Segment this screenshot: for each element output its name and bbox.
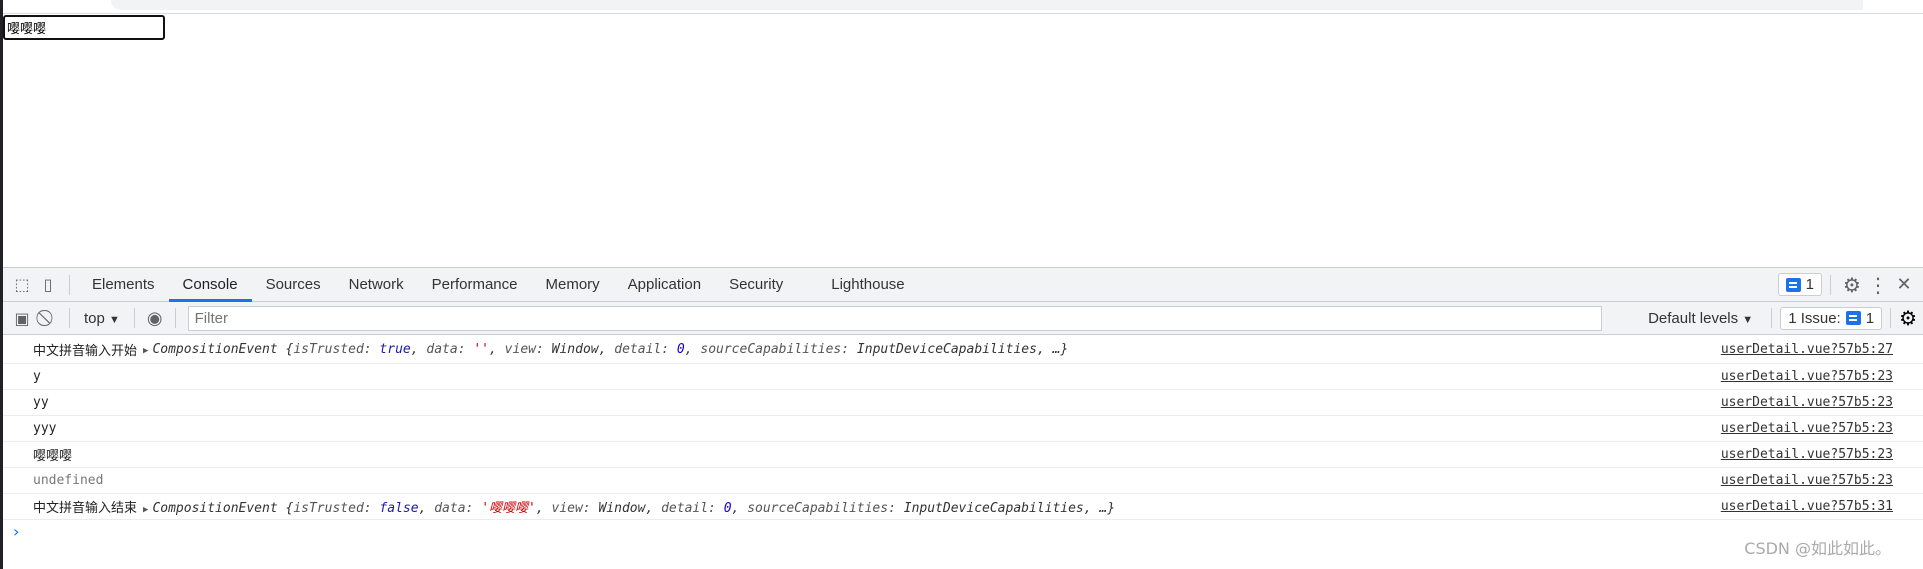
close-icon[interactable]: ✕ [1891, 272, 1917, 298]
tab-security[interactable]: Security [715, 268, 797, 302]
log-levels-label: Default levels [1648, 309, 1739, 327]
console-row: 中文拼音输入结束 ▶ CompositionEvent {isTrusted: f… [3, 494, 1923, 520]
inspect-element-icon[interactable]: ⬚ [9, 272, 35, 298]
source-link[interactable]: userDetail.vue?57b5:23 [1721, 369, 1893, 384]
divider [174, 308, 176, 328]
source-link[interactable]: userDetail.vue?57b5:27 [1721, 342, 1893, 357]
console-row: 嘤嘤嘤 userDetail.vue?57b5:23 [3, 442, 1923, 468]
tab-elements[interactable]: Elements [78, 268, 169, 302]
console-row: yyy userDetail.vue?57b5:23 [3, 416, 1923, 442]
text-input[interactable] [3, 15, 165, 40]
log-text: 嘤嘤嘤 [33, 449, 73, 464]
tab-network[interactable]: Network [335, 268, 418, 302]
console-row: 中文拼音输入开始 ▶ CompositionEvent {isTrusted: t… [3, 335, 1923, 364]
settings-gear-icon[interactable]: ⚙ [1839, 272, 1865, 298]
tab-memory[interactable]: Memory [532, 268, 614, 302]
tab-lighthouse[interactable]: Lighthouse [817, 268, 918, 302]
dropdown-arrow-icon: ▼ [109, 313, 120, 326]
log-text: yy [33, 395, 49, 410]
clear-console-icon[interactable]: ⃠ [35, 308, 61, 328]
console-messages: 中文拼音输入开始 ▶ CompositionEvent {isTrusted: t… [3, 335, 1923, 544]
more-options-icon[interactable]: ⋮ [1865, 272, 1891, 298]
log-text: y [33, 369, 41, 384]
tab-performance[interactable]: Performance [418, 268, 532, 302]
context-value: top [84, 309, 105, 327]
console-row: y userDetail.vue?57b5:23 [3, 364, 1923, 390]
tab-sources[interactable]: Sources [252, 268, 335, 302]
source-link[interactable]: userDetail.vue?57b5:23 [1721, 395, 1893, 410]
filter-input[interactable] [187, 305, 1602, 331]
object-preview[interactable]: ▶ CompositionEvent {isTrusted: true, data… [137, 342, 1068, 357]
issues-label: 1 Issue: [1788, 309, 1841, 327]
log-text: yyy [33, 421, 57, 436]
devtools-tabbar: ⬚ ▯ Elements Console Sources Network Per… [3, 268, 1923, 302]
sidebar-toggle-icon[interactable]: ▣ [9, 309, 35, 328]
issues-badge-count: 1 [1805, 276, 1814, 293]
console-settings-gear-icon[interactable]: ⚙ [1899, 306, 1917, 330]
object-preview[interactable]: ▶ CompositionEvent {isTrusted: false, dat… [137, 497, 1115, 516]
divider [69, 274, 70, 295]
divider [1890, 308, 1892, 328]
source-link[interactable]: userDetail.vue?57b5:23 [1721, 473, 1893, 488]
message-icon [1785, 277, 1801, 292]
message-icon [1845, 311, 1861, 325]
prompt-chevron-icon: › [13, 522, 20, 541]
console-row: undefined userDetail.vue?57b5:23 [3, 468, 1923, 494]
divider [1771, 308, 1773, 328]
console-prompt[interactable]: › [3, 520, 1923, 544]
console-row: yy userDetail.vue?57b5:23 [3, 390, 1923, 416]
log-text: undefined [33, 473, 104, 488]
log-levels-dropdown[interactable]: Default levels ▼ [1638, 310, 1763, 327]
issues-badge-button[interactable]: 1 [1777, 273, 1822, 296]
source-link[interactable]: userDetail.vue?57b5:23 [1721, 447, 1893, 462]
divider [69, 308, 70, 328]
dropdown-arrow-icon: ▼ [1742, 313, 1754, 326]
issues-button[interactable]: 1 Issue: 1 [1780, 306, 1883, 330]
watermark: CSDN @如此如此。 [1744, 539, 1891, 558]
devtools-panel: ⬚ ▯ Elements Console Sources Network Per… [3, 267, 1923, 569]
browser-chrome [3, 0, 1923, 14]
console-toolbar: ▣ ⃠ top ▼ ◉ Default levels ▼ 1 Issue: 1 ⚙ [3, 302, 1923, 335]
log-text: 中文拼音输入开始 [33, 343, 138, 359]
tab-application[interactable]: Application [614, 268, 715, 302]
divider [133, 308, 135, 328]
tab-console[interactable]: Console [168, 268, 252, 302]
log-text: 中文拼音输入结束 [33, 501, 138, 516]
address-bar[interactable] [111, 0, 1863, 10]
issues-count: 1 [1865, 309, 1875, 327]
context-selector[interactable]: top ▼ [78, 310, 126, 327]
source-link[interactable]: userDetail.vue?57b5:31 [1721, 499, 1893, 514]
divider [1830, 274, 1831, 295]
expand-triangle-icon[interactable]: ▶ [143, 346, 148, 356]
device-toolbar-icon[interactable]: ▯ [35, 272, 61, 298]
expand-triangle-icon[interactable]: ▶ [143, 505, 148, 515]
source-link[interactable]: userDetail.vue?57b5:23 [1721, 421, 1893, 436]
live-expression-eye-icon[interactable]: ◉ [143, 308, 167, 329]
